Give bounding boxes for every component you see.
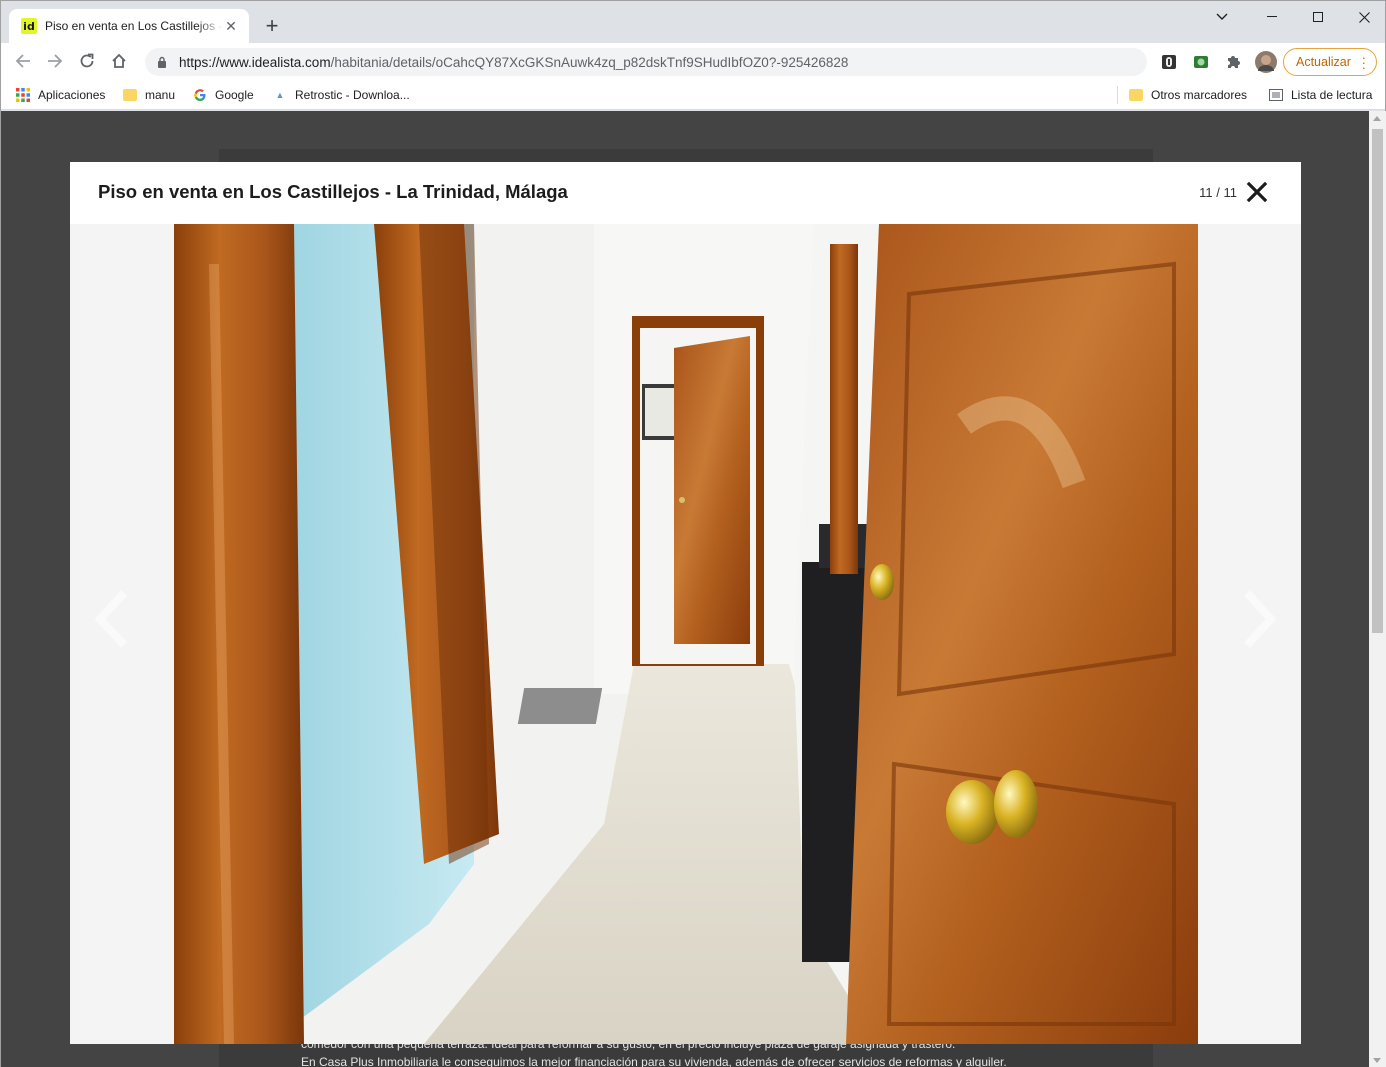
tab-close-icon[interactable]: ✕ <box>223 18 239 34</box>
extension-two-icon[interactable] <box>1192 53 1210 71</box>
photo-counter: 11 / 11 <box>1199 185 1237 200</box>
back-button[interactable] <box>9 47 37 75</box>
gallery-title: Piso en venta en Los Castillejos - La Tr… <box>98 181 568 202</box>
tab-search-chevron-icon[interactable] <box>1199 1 1245 33</box>
profile-avatar[interactable] <box>1255 51 1277 73</box>
reading-list-icon <box>1269 88 1283 102</box>
update-browser-button[interactable]: Actualizar · · · <box>1283 48 1377 76</box>
back-arrow-icon <box>15 54 30 68</box>
idealista-favicon-icon: id <box>21 18 37 34</box>
bookmark-other[interactable]: Otros marcadores <box>1129 86 1247 104</box>
photo-gallery-modal: Piso en venta en Los Castillejos - La Tr… <box>70 162 1301 1044</box>
bookmark-manu[interactable]: manu <box>123 86 175 104</box>
lock-icon <box>155 55 169 69</box>
bookmark-label: Otros marcadores <box>1151 88 1248 102</box>
reload-button[interactable] <box>73 47 101 75</box>
close-window-button[interactable] <box>1341 1 1386 33</box>
minimize-button[interactable] <box>1249 1 1295 33</box>
bookmark-label: Aplicaciones <box>38 88 106 102</box>
bookmark-apps[interactable]: Aplicaciones <box>16 86 105 104</box>
page-scrollbar[interactable] <box>1369 111 1386 1067</box>
forward-arrow-icon <box>48 54 63 68</box>
close-gallery-button[interactable] <box>1243 178 1271 206</box>
hallway-photo <box>174 224 1198 1044</box>
home-icon <box>112 53 126 68</box>
extensions-puzzle-icon[interactable] <box>1224 53 1242 71</box>
url-path: /habitania/details/oCahcQY87XcGKSnAuwk4z… <box>330 54 849 70</box>
maximize-button[interactable] <box>1295 1 1341 33</box>
browser-window: id Piso en venta en Los Castillejos - La… <box>0 0 1386 1067</box>
listing-description-line: En Casa Plus Inmobiliaria le conseguimos… <box>301 1055 1007 1067</box>
previous-photo-button[interactable] <box>92 587 132 651</box>
folder-icon <box>1129 88 1143 102</box>
browser-tab-active[interactable]: id Piso en venta en Los Castillejos - La… <box>9 9 249 43</box>
bookmark-label: Retrostic - Downloa... <box>295 88 410 102</box>
url-text: https://www.idealista.com/habitania/deta… <box>179 55 848 70</box>
google-icon <box>193 88 207 102</box>
close-icon <box>1246 181 1268 203</box>
folder-icon <box>123 88 137 102</box>
address-bar[interactable]: https://www.idealista.com/habitania/deta… <box>145 48 1147 76</box>
scroll-up-arrow-icon[interactable] <box>1373 116 1381 121</box>
url-host: https://www.idealista.com <box>179 54 331 70</box>
bookmarks-separator <box>1117 86 1118 104</box>
bookmark-label: manu <box>145 88 176 102</box>
home-button[interactable] <box>105 47 133 75</box>
new-tab-button[interactable]: + <box>259 13 285 39</box>
extension-one-icon[interactable] <box>1160 53 1178 71</box>
gallery-photo <box>174 224 1198 1044</box>
bookmark-label: Lista de lectura <box>1291 88 1373 102</box>
scroll-down-arrow-icon[interactable] <box>1373 1058 1381 1063</box>
bookmarks-bar: Aplicaciones manu Google ▲ Retrostic - D… <box>1 80 1385 110</box>
gallery-header: Piso en venta en Los Castillejos - La Tr… <box>70 162 1301 224</box>
tab-strip: id Piso en venta en Los Castillejos - La… <box>1 1 1385 43</box>
forward-button[interactable] <box>41 47 69 75</box>
chevron-left-icon <box>94 590 127 648</box>
update-label: Actualizar <box>1296 55 1351 69</box>
bookmark-google[interactable]: Google <box>193 86 254 104</box>
apps-grid-icon <box>16 88 30 102</box>
tab-title: Piso en venta en Los Castillejos - La Tr… <box>45 19 223 33</box>
browser-toolbar: https://www.idealista.com/habitania/deta… <box>1 43 1385 80</box>
retrostic-icon: ▲ <box>275 90 285 100</box>
bookmark-label: Google <box>215 88 254 102</box>
next-photo-button[interactable] <box>1239 587 1279 651</box>
scrollbar-thumb[interactable] <box>1372 129 1383 633</box>
reading-list-button[interactable]: Lista de lectura <box>1269 86 1372 104</box>
more-menu-icon[interactable]: · · · <box>1362 51 1366 74</box>
reload-icon <box>80 53 94 68</box>
chevron-right-icon <box>1244 590 1277 648</box>
bookmark-retrostic[interactable]: ▲ Retrostic - Downloa... <box>273 86 410 104</box>
